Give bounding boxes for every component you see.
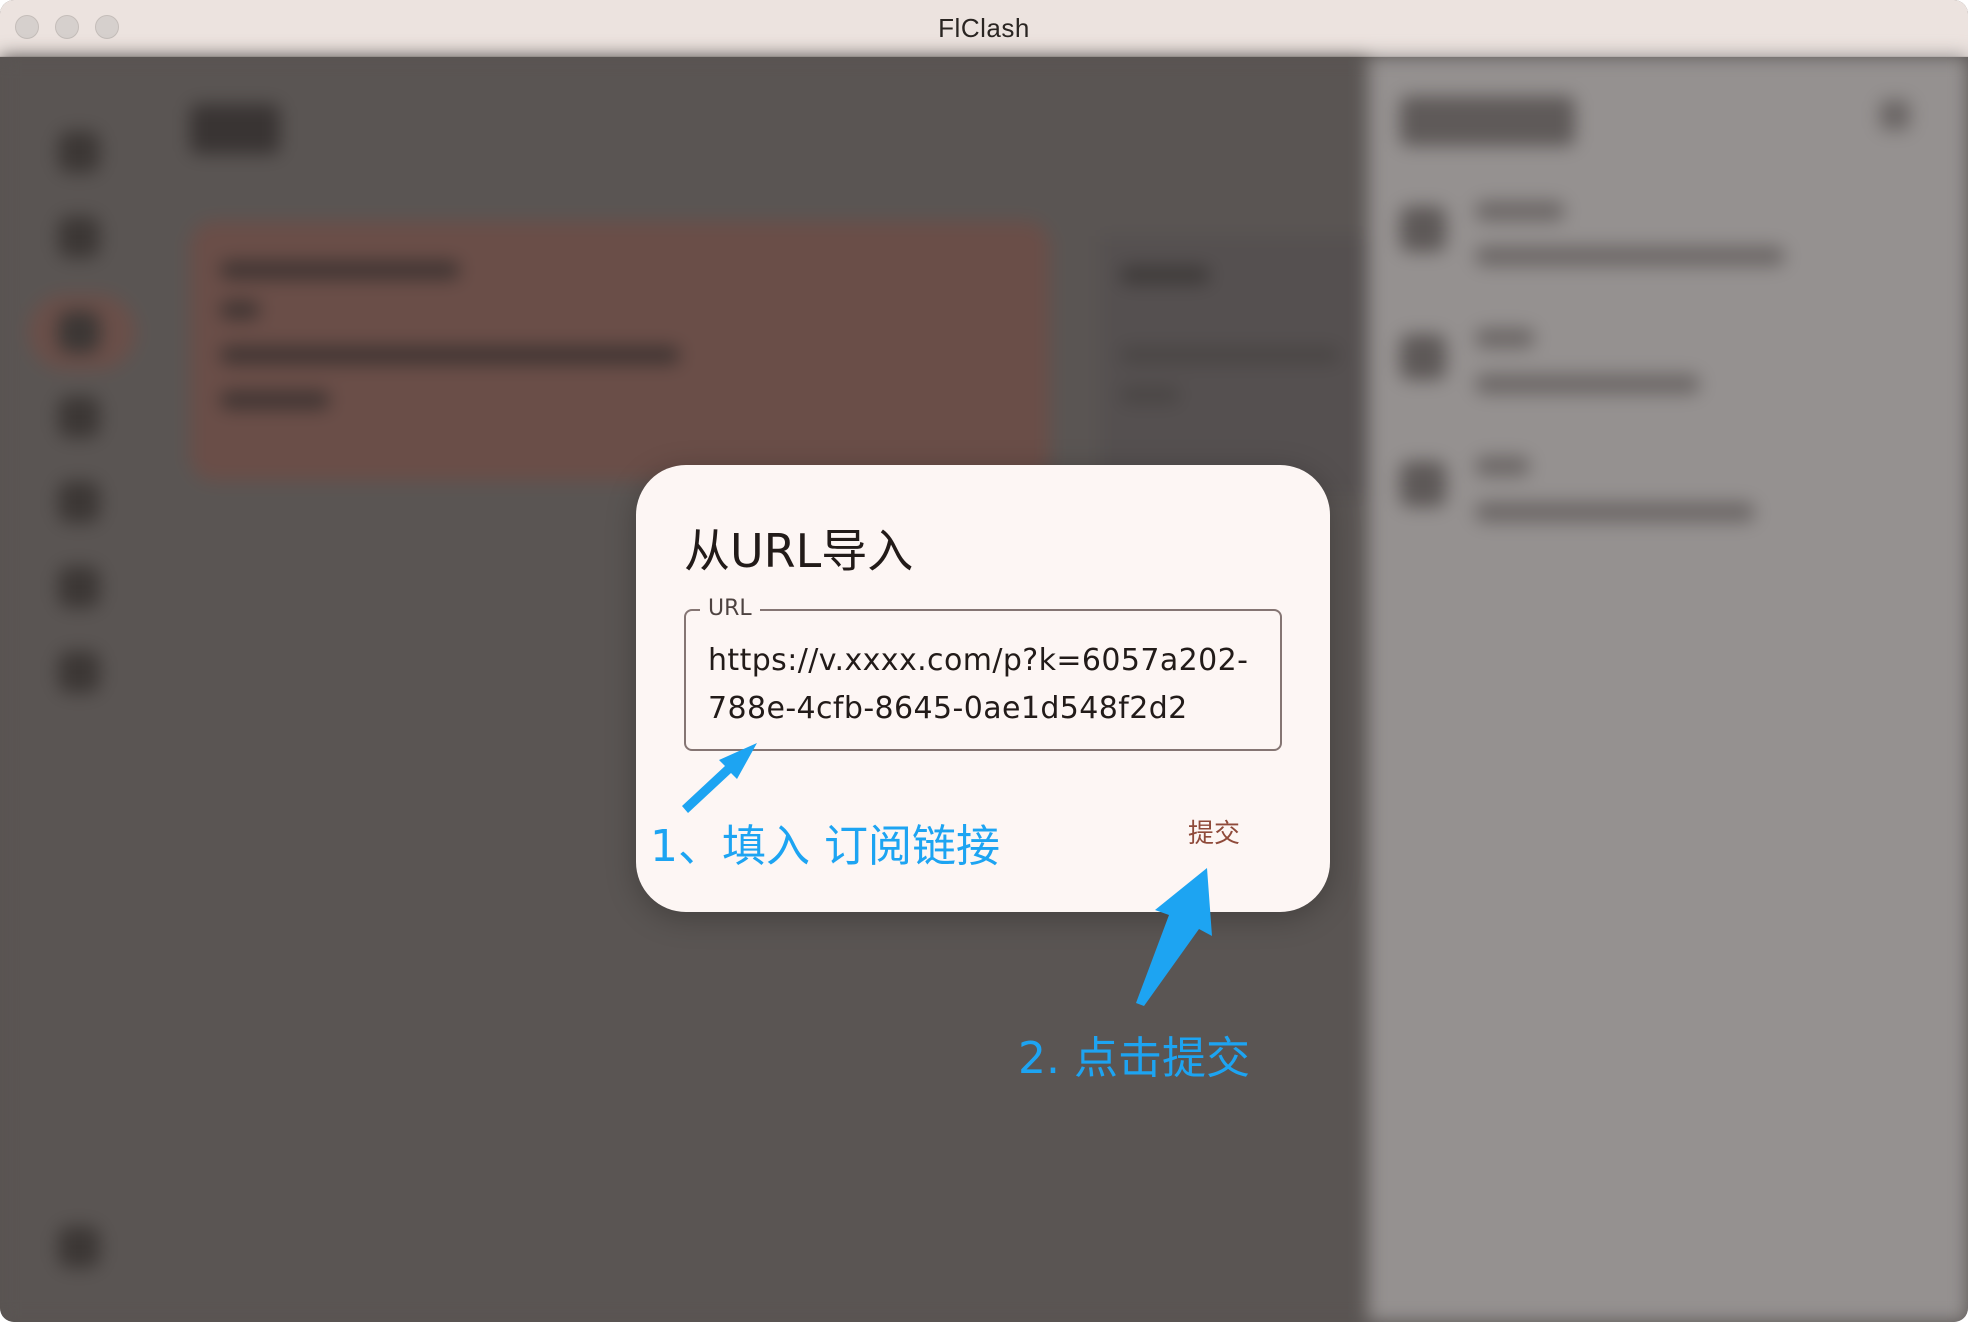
card-line [1120,266,1210,284]
card-line [220,261,460,279]
profile-card-blurred [190,221,1050,481]
dialog-title: 从URL导入 [684,524,914,578]
qrcode-icon [1400,206,1446,252]
url-input[interactable]: URL https://v.xxxx.com/p?k=6057a202-788e… [684,594,1282,751]
card-line [1120,386,1180,404]
annotation-step-2: 2. 点击提交 [1018,1033,1250,1084]
side-line [1475,201,1565,221]
nav-tools-icon [58,651,100,693]
card-line [220,301,260,319]
side-line [1475,502,1755,522]
side-panel-title-blurred [1400,96,1575,146]
side-panel-close-icon [1880,100,1910,130]
nav-dashboard-icon [58,131,100,173]
file-icon [1400,334,1446,380]
page-heading-blurred [190,104,280,154]
cloud-icon [1400,461,1446,507]
side-line [1475,246,1785,266]
nav-resources-icon [58,566,100,608]
card-line [220,391,330,409]
card-line [1120,346,1340,364]
url-input-value[interactable]: https://v.xxxx.com/p?k=6057a202-788e-4cf… [708,637,1264,733]
app-window: FlClash 从URL导入 URL https://v.xxxx.com/p?… [0,0,1968,1322]
url-field-label: URL [700,594,760,624]
secondary-card-blurred [1100,236,1368,496]
side-line [1475,374,1700,394]
nav-settings-icon [58,1226,100,1268]
nav-profiles-icon [58,311,100,353]
nav-requests-icon [58,396,100,438]
submit-button[interactable]: 提交 [1188,813,1240,850]
annotation-step-1: 1、填入 订阅链接 [650,821,1000,872]
nav-proxies-icon [58,216,100,258]
side-line [1475,328,1535,348]
side-line [1475,456,1530,476]
title-bar: FlClash [0,0,1968,57]
nav-connections-icon [58,481,100,523]
window-title: FlClash [938,13,1030,43]
card-line [220,346,680,364]
